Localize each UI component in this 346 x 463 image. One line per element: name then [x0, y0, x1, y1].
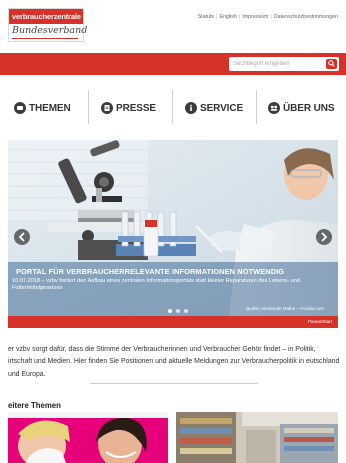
topic-teaser-image-2[interactable]	[176, 412, 338, 463]
teaser-photo	[8, 412, 168, 463]
slider-dot-1[interactable]	[168, 309, 172, 313]
meta-link-datenschutz[interactable]: Datenschutzbestimmungen	[274, 14, 338, 20]
nav-item-ueber-uns[interactable]: ÜBER UNS	[268, 92, 335, 124]
teaser-photo	[176, 412, 338, 463]
search-input[interactable]	[233, 57, 321, 71]
nav-divider	[172, 90, 173, 124]
slider-dot-3[interactable]	[184, 309, 188, 313]
intro-text: er vzbv sorgt dafür, dass die Stimme der…	[8, 346, 340, 378]
nav-item-presse[interactable]: PRESSE	[101, 92, 156, 124]
search-bar	[0, 53, 346, 75]
meta-links: Statuts | English | Impressum | Datenschutzbes…	[197, 14, 338, 20]
chevron-right-icon	[321, 232, 328, 242]
section-divider	[90, 383, 258, 384]
logo-wordmark: verbraucherzentrale	[9, 9, 83, 24]
nav-item-themen[interactable]: THEMEN	[14, 92, 71, 124]
page-header: verbraucherzentrale Bundesverband Statut…	[0, 0, 346, 52]
search-box	[229, 57, 339, 71]
logo-underline	[12, 38, 78, 39]
meta-link-statuts[interactable]: Statuts	[198, 14, 215, 20]
nav-item-service[interactable]: SERVICE	[185, 92, 243, 124]
meta-link-english[interactable]: English	[219, 14, 236, 20]
info-icon	[185, 102, 197, 114]
nav-label-ueber-uns: ÜBER UNS	[283, 102, 335, 114]
hero-slider: PORTAL FÜR VERBRAUCHERRELEVANTE INFORMAT…	[8, 140, 338, 328]
nav-divider	[256, 90, 257, 124]
themen-icon	[14, 102, 26, 114]
slider-dot-2[interactable]	[176, 309, 180, 313]
section-title-weitere-themen: eitere Themen	[8, 401, 61, 410]
chevron-left-icon	[18, 232, 25, 242]
nav-divider	[88, 90, 89, 124]
vzbv-logo[interactable]: verbraucherzentrale Bundesverband	[8, 8, 88, 42]
slider-dots	[168, 309, 188, 313]
meta-link-impressum[interactable]: Impressum	[242, 14, 268, 20]
nav-label-presse: PRESSE	[116, 102, 156, 114]
search-button[interactable]	[326, 59, 337, 69]
slider-controls-bar: Pause/Start	[8, 316, 338, 328]
slider-caption[interactable]: PORTAL FÜR VERBRAUCHERRELEVANTE INFORMAT…	[8, 262, 338, 316]
slider-prev-button[interactable]	[14, 229, 30, 245]
slider-text: 10.07.2018 – vzbv fordert den Aufbau ein…	[12, 278, 300, 292]
image-source: Quelle: Alexander Raths – Fotolia.com	[245, 306, 324, 311]
pause-start-button[interactable]: Pause/Start	[308, 319, 332, 324]
nav-label-themen: THEMEN	[29, 102, 71, 114]
main-navigation: THEMEN PRESSE SERVICE ÜBER UNS	[0, 84, 346, 132]
slider-title: PORTAL FÜR VERBRAUCHERRELEVANTE INFORMAT…	[16, 267, 285, 276]
search-icon	[328, 60, 335, 67]
logo-subtitle: Bundesverband	[12, 25, 88, 36]
nav-label-service: SERVICE	[200, 102, 244, 114]
topic-teaser-image-1[interactable]	[8, 412, 168, 463]
ueber-uns-icon	[268, 102, 280, 114]
presse-icon	[101, 102, 113, 114]
slider-next-button[interactable]	[316, 229, 332, 245]
